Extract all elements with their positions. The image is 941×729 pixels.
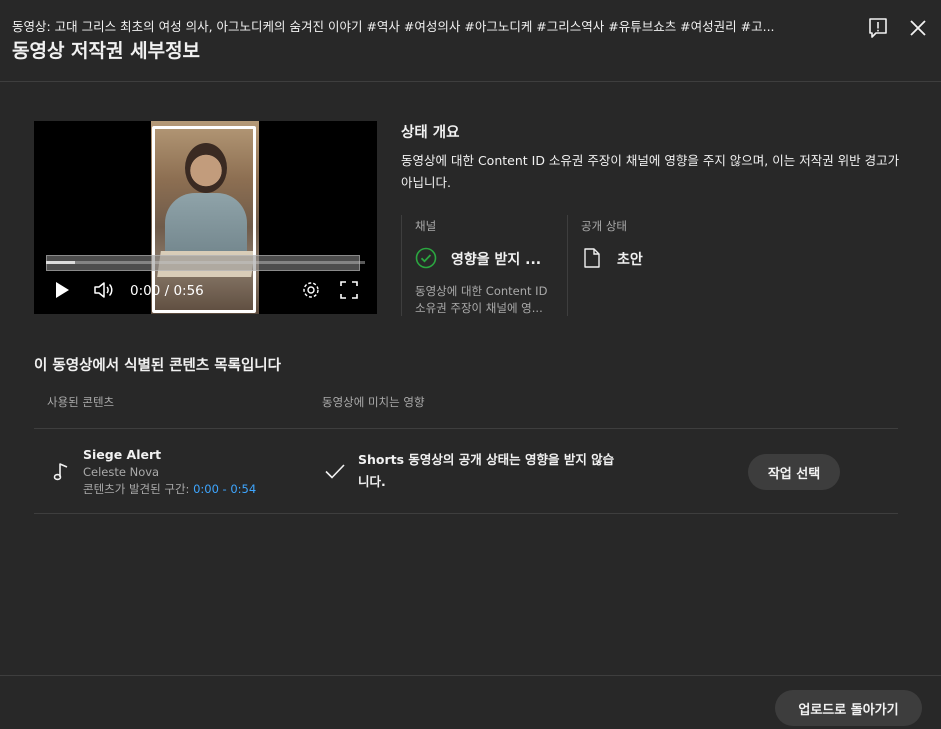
progress-bar[interactable] [46, 261, 365, 264]
fullscreen-icon[interactable] [340, 279, 358, 301]
video-subtitle: 동영상: 고대 그리스 최초의 여성 의사, 아그노디케의 숨겨진 이야기 #역… [12, 19, 775, 34]
channel-note: 동영상에 대한 Content ID 소유권 주장이 채널에 영... [415, 284, 548, 315]
video-player[interactable]: 0:00 / 0:56 [34, 121, 377, 314]
channel-status: 채널 영향을 받지 ... 동영상에 대한 Content ID 소유권 주장이… [401, 215, 567, 316]
status-overview-title: 상태 개요 [401, 125, 460, 141]
track-range: 콘텐츠가 발견된 구간: 0:00 - 0:54 [83, 481, 256, 497]
progress-fill [46, 261, 75, 264]
volume-icon[interactable] [93, 279, 115, 301]
music-note-icon [53, 463, 68, 481]
footer-divider [0, 675, 941, 676]
range-label: 콘텐츠가 발견된 구간: [83, 482, 194, 496]
time-display: 0:00 / 0:56 [130, 283, 204, 299]
column-header-used-content: 사용된 콘텐츠 [47, 395, 115, 409]
column-header-impact: 동영상에 미치는 영향 [322, 395, 425, 409]
dialog-header: 동영상: 고대 그리스 최초의 여성 의사, 아그노디케의 숨겨진 이야기 #역… [0, 0, 941, 82]
check-icon [325, 464, 345, 479]
status-description: 동영상에 대한 Content ID 소유권 주장이 채널에 영향을 주지 않으… [401, 153, 900, 190]
row-divider [34, 513, 898, 514]
range-timestamp[interactable]: 0:00 - 0:54 [193, 482, 256, 496]
copyright-details-dialog: 동영상: 고대 그리스 최초의 여성 의사, 아그노디케의 숨겨진 이야기 #역… [0, 0, 941, 729]
settings-icon[interactable] [301, 279, 321, 301]
check-circle-icon [415, 247, 437, 269]
feedback-icon[interactable] [866, 16, 890, 40]
track-name: Siege Alert [83, 447, 162, 462]
track-artist: Celeste Nova [83, 465, 160, 479]
back-to-upload-button[interactable]: 업로드로 돌아가기 [775, 690, 922, 726]
dialog-title: 동영상 저작권 세부정보 [12, 40, 201, 62]
close-icon[interactable] [906, 16, 930, 40]
visibility-value: 초안 [617, 252, 643, 268]
content-list-title: 이 동영상에서 식별된 콘텐츠 목록입니다 [34, 358, 281, 374]
play-icon[interactable] [54, 279, 70, 301]
channel-label: 채널 [415, 219, 437, 233]
visibility-label: 공개 상태 [581, 219, 627, 233]
impact-text: Shorts 동영상의 공개 상태는 영향을 받지 않습니다. [358, 452, 615, 489]
visibility-status: 공개 상태 초안 [567, 215, 747, 316]
row-divider [34, 428, 898, 429]
channel-value: 영향을 받지 ... [451, 252, 542, 268]
select-action-button[interactable]: 작업 선택 [748, 454, 840, 490]
document-icon [584, 248, 600, 268]
